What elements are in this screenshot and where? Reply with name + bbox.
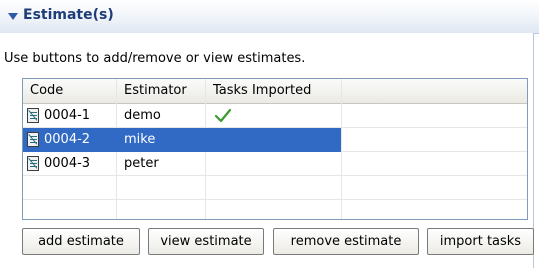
checkmark-icon [214, 108, 232, 123]
code-text: 0004-1 [44, 108, 91, 123]
table-row-selected[interactable]: 0004-2 mike [23, 128, 341, 152]
column-header-code[interactable]: Code [23, 79, 117, 103]
tasks-imported-cell [206, 152, 342, 176]
estimate-document-icon [27, 108, 39, 123]
collapse-triangle-icon[interactable] [8, 13, 18, 20]
estimate-document-icon [27, 132, 39, 147]
tasks-imported-cell [206, 104, 342, 128]
hint-text: Use buttons to add/remove or view estima… [4, 51, 306, 66]
table-row[interactable]: 0004-3 peter [23, 152, 527, 176]
add-estimate-button[interactable]: add estimate [22, 228, 140, 255]
column-header-estimator[interactable]: Estimator [117, 79, 206, 103]
table-row[interactable]: 0004-1 demo [23, 104, 527, 128]
estimator-cell: peter [124, 156, 159, 171]
estimator-cell: mike [124, 132, 156, 147]
estimate-document-icon [27, 156, 39, 171]
estimates-table[interactable]: Code Estimator Tasks Imported 0004-1 dem… [22, 78, 528, 220]
code-cell: 0004-2 [23, 128, 117, 152]
code-text: 0004-3 [44, 156, 91, 171]
tasks-imported-cell [206, 128, 341, 152]
import-tasks-button[interactable]: import tasks [427, 228, 534, 255]
remove-estimate-button[interactable]: remove estimate [273, 228, 419, 255]
section-title: Estimate(s) [23, 7, 114, 23]
view-estimate-button[interactable]: view estimate [148, 228, 264, 255]
code-text: 0004-2 [44, 132, 91, 147]
code-cell: 0004-3 [23, 152, 117, 176]
estimator-cell: demo [124, 108, 161, 123]
section-header[interactable]: Estimate(s) [0, 0, 539, 34]
column-header-tasks-imported[interactable]: Tasks Imported [206, 79, 342, 103]
table-header: Code Estimator Tasks Imported [23, 79, 527, 104]
code-cell: 0004-1 [23, 104, 117, 128]
